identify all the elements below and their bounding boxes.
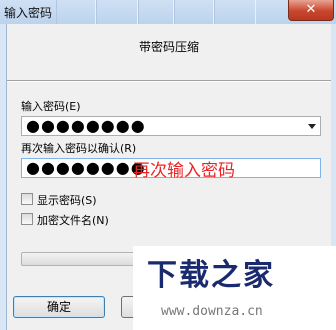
title-bar-ghost-tab: [56, 0, 96, 24]
confirm-annotation: 再次输入密码: [133, 161, 235, 181]
close-button[interactable]: ✕: [288, 0, 334, 21]
chevron-down-icon[interactable]: [308, 124, 316, 129]
title-bar[interactable]: 输入密码 ✕: [0, 0, 336, 24]
password-dialog-window: 输入密码 ✕ 带密码压缩 输入密码(E) ●●●●●●●● 再次输入密码以确认(…: [0, 0, 336, 330]
password-combo[interactable]: ●●●●●●●●: [21, 116, 321, 136]
title-bar-ghost-tab: [174, 0, 214, 24]
header-divider: [7, 80, 331, 82]
close-icon: ✕: [305, 2, 317, 17]
title-bar-ghost-tab: [138, 0, 174, 24]
password-masked-value: ●●●●●●●●: [26, 116, 146, 135]
show-password-label[interactable]: 显示密码(S): [37, 192, 97, 208]
watermark: 下载之家 www.downza.cn: [133, 246, 336, 330]
ok-button[interactable]: 确定: [13, 296, 105, 318]
title-bar-ghost-tab: [96, 0, 138, 24]
watermark-title: 下载之家: [147, 258, 275, 293]
password-label: 输入密码(E): [21, 100, 81, 113]
confirm-password-label: 再次输入密码以确认(R): [21, 142, 137, 155]
confirm-password-masked-value: ●●●●●●●●: [26, 158, 146, 177]
show-password-checkbox[interactable]: [21, 193, 33, 205]
encrypt-filenames-checkbox[interactable]: [21, 213, 33, 225]
watermark-url: www.downza.cn: [161, 304, 263, 319]
dialog-heading: 带密码压缩: [138, 40, 199, 54]
title-bar-ghost-tab: [214, 0, 256, 24]
window-title: 输入密码: [4, 6, 53, 20]
encrypt-filenames-label[interactable]: 加密文件名(N): [37, 212, 109, 228]
